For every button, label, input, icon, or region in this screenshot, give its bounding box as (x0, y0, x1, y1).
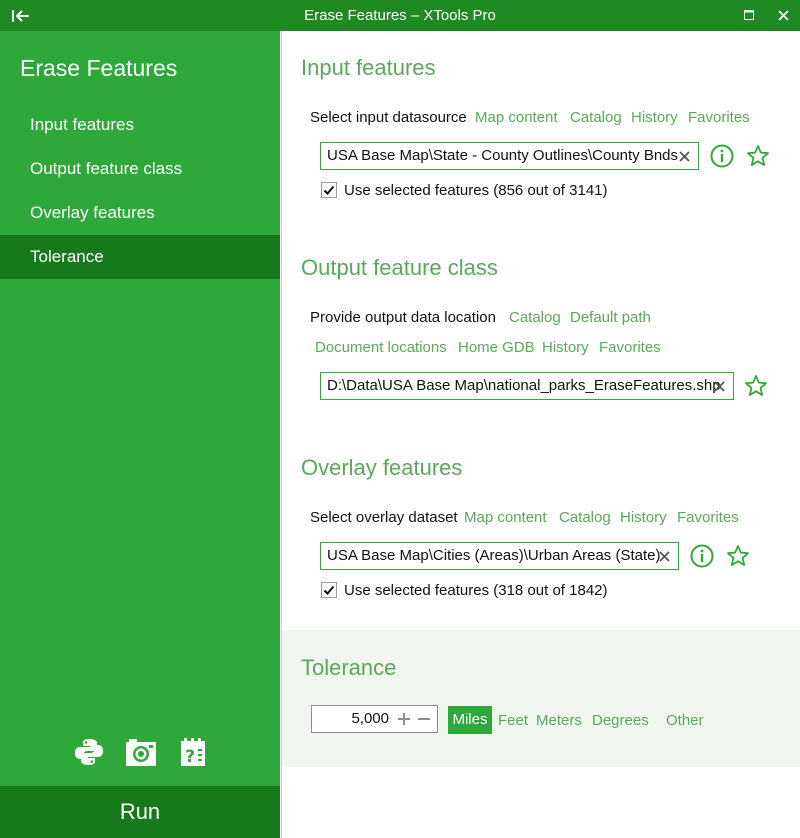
input-datasource-label: Select input datasource (310, 109, 467, 126)
python-icon[interactable] (72, 735, 106, 769)
help-icon[interactable]: ? (176, 735, 210, 769)
input-link-favorites[interactable]: Favorites (688, 109, 750, 126)
input-use-selected-label: Use selected features (856 out of 3141) (344, 182, 608, 199)
sidebar: Erase Features Input features Output fea… (0, 31, 280, 838)
overlay-dataset-field[interactable]: USA Base Map\Cities (Areas)\Urban Areas … (320, 542, 679, 570)
overlay-use-selected-label: Use selected features (318 out of 1842) (344, 582, 608, 599)
sidebar-item-output-feature-class[interactable]: Output feature class (0, 147, 280, 191)
output-link-default-path[interactable]: Default path (570, 309, 651, 326)
overlay-features-heading: Overlay features (301, 455, 463, 480)
overlay-dataset-value: USA Base Map\Cities (Areas)\Urban Areas … (327, 547, 661, 564)
input-datasource-value: USA Base Map\State - County Outlines\Cou… (327, 147, 679, 164)
output-link-document-locations[interactable]: Document locations (315, 339, 447, 356)
minus-icon[interactable] (415, 710, 433, 728)
input-link-catalog[interactable]: Catalog (570, 109, 622, 126)
tolerance-stepper[interactable]: 5,000 (311, 705, 438, 733)
output-feature-class-heading: Output feature class (301, 255, 498, 280)
input-link-history[interactable]: History (631, 109, 678, 126)
clear-icon[interactable] (655, 543, 673, 569)
plus-icon[interactable] (395, 710, 413, 728)
output-link-history[interactable]: History (542, 339, 589, 356)
title-bar: Erase Features – XTools Pro (0, 0, 800, 31)
output-link-catalog[interactable]: Catalog (509, 309, 561, 326)
unit-meters[interactable]: Meters (536, 712, 582, 729)
info-icon[interactable] (689, 543, 715, 569)
sidebar-item-overlay-features[interactable]: Overlay features (0, 191, 280, 235)
tool-title: Erase Features (20, 55, 178, 81)
main-panel: Input features Select input datasource M… (281, 31, 800, 838)
output-link-home-gdb[interactable]: Home GDB (458, 339, 535, 356)
unit-degrees[interactable]: Degrees (592, 712, 649, 729)
info-icon[interactable] (709, 143, 735, 169)
tolerance-heading: Tolerance (301, 655, 397, 680)
input-features-heading: Input features (301, 55, 436, 80)
tolerance-value[interactable]: 5,000 (351, 706, 389, 732)
sidebar-item-input-features[interactable]: Input features (0, 103, 280, 147)
tolerance-panel (282, 630, 800, 767)
maximize-icon[interactable] (740, 6, 758, 24)
overlay-link-catalog[interactable]: Catalog (559, 509, 611, 526)
svg-text:?: ? (185, 747, 195, 767)
sidebar-nav: Input features Output feature class Over… (0, 103, 280, 279)
clear-icon[interactable] (675, 143, 693, 169)
input-link-map-content[interactable]: Map content (475, 109, 558, 126)
sidebar-item-tolerance[interactable]: Tolerance (0, 235, 280, 279)
unit-feet[interactable]: Feet (498, 712, 528, 729)
overlay-dataset-label: Select overlay dataset (310, 509, 458, 526)
output-location-field[interactable]: D:\Data\USA Base Map\national_parks_Eras… (320, 372, 734, 400)
unit-miles[interactable]: Miles (448, 706, 492, 734)
favorite-star-icon[interactable] (743, 373, 769, 399)
overlay-use-selected-checkbox[interactable] (321, 582, 337, 598)
sidebar-tools: ? (72, 735, 210, 769)
output-location-label: Provide output data location (310, 309, 496, 326)
window-title: Erase Features – XTools Pro (304, 7, 496, 24)
output-location-value: D:\Data\USA Base Map\national_parks_Eras… (327, 377, 721, 394)
input-datasource-field[interactable]: USA Base Map\State - County Outlines\Cou… (320, 142, 699, 170)
camera-icon[interactable] (124, 735, 158, 769)
favorite-star-icon[interactable] (725, 543, 751, 569)
overlay-link-history[interactable]: History (620, 509, 667, 526)
unit-other[interactable]: Other (666, 712, 704, 729)
favorite-star-icon[interactable] (745, 143, 771, 169)
close-icon[interactable] (774, 6, 792, 24)
output-link-favorites[interactable]: Favorites (599, 339, 661, 356)
overlay-link-favorites[interactable]: Favorites (677, 509, 739, 526)
overlay-link-map-content[interactable]: Map content (464, 509, 547, 526)
clear-icon[interactable] (710, 373, 728, 399)
run-button[interactable]: Run (0, 786, 280, 838)
input-use-selected-checkbox[interactable] (321, 182, 337, 198)
